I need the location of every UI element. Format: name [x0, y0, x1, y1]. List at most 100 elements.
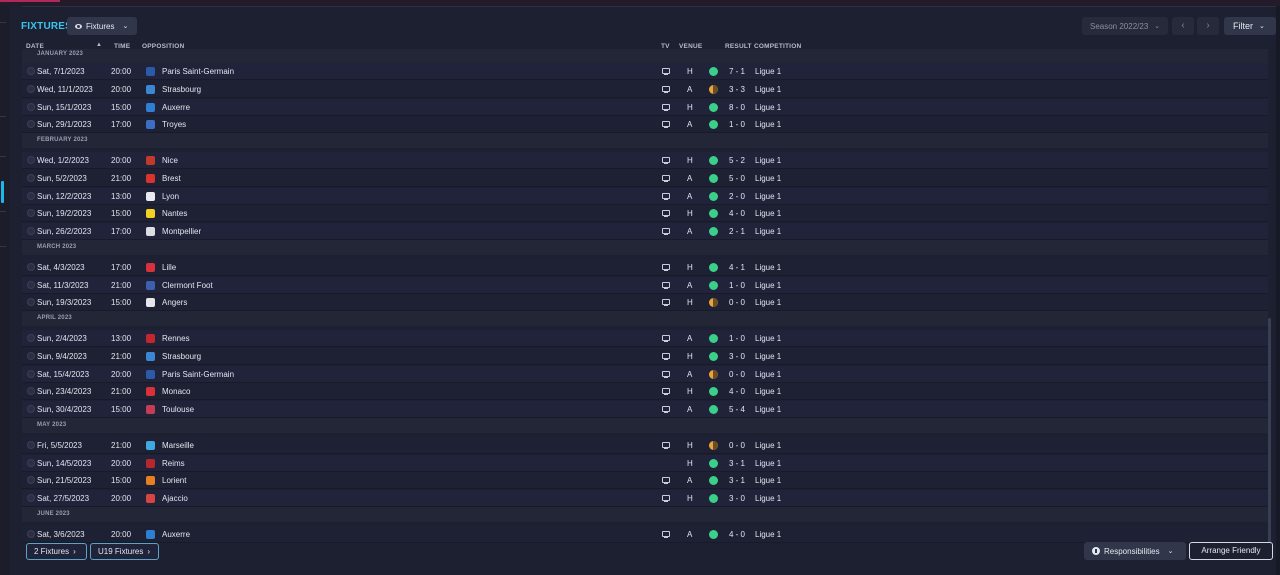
row-select-icon[interactable] — [27, 458, 35, 467]
fixture-score[interactable]: 2 - 0 — [729, 188, 745, 205]
fixture-opponent[interactable]: Lille — [162, 259, 176, 276]
fixture-row[interactable]: Wed, 11/1/2023 20:00 Strasbourg A 3 - 3 Ligue… — [22, 80, 1268, 98]
fixture-opponent[interactable]: Reims — [162, 455, 185, 472]
fixture-score[interactable]: 3 - 0 — [729, 348, 745, 365]
next-season-button[interactable]: › — [1197, 17, 1219, 35]
row-select-icon[interactable] — [27, 67, 35, 75]
row-select-icon[interactable] — [27, 494, 35, 502]
prev-season-button[interactable]: ‹ — [1172, 17, 1194, 35]
fixture-opponent[interactable]: Troyes — [162, 116, 186, 133]
fixture-row[interactable]: Sun, 14/5/2023 20:00 Reims H 3 - 1 Ligue 1 — [22, 454, 1268, 472]
fixture-row[interactable]: Sat, 27/5/2023 20:00 Ajaccio H 3 - 0 Ligue 1 — [22, 490, 1268, 507]
row-select-icon[interactable] — [27, 334, 35, 342]
u19-fixtures-button[interactable]: U19 Fixtures › — [90, 543, 159, 560]
fixture-score[interactable]: 5 - 4 — [729, 401, 745, 418]
row-select-icon[interactable] — [27, 529, 35, 538]
fixture-score[interactable]: 0 - 0 — [729, 437, 745, 454]
fixture-opponent[interactable]: Rennes — [162, 330, 190, 347]
fixture-opponent[interactable]: Montpellier — [162, 223, 201, 240]
row-select-icon[interactable] — [27, 280, 35, 289]
row-select-icon[interactable] — [27, 298, 35, 307]
fixture-row[interactable]: Sun, 12/2/2023 13:00 Lyon A 2 - 0 Ligue 1 — [22, 187, 1268, 205]
row-select-icon[interactable] — [27, 209, 35, 218]
fixtures-link-button[interactable]: 2 Fixtures › — [26, 543, 87, 560]
fixture-opponent[interactable]: Lorient — [162, 472, 186, 489]
fixture-opponent[interactable]: Clermont Foot — [162, 277, 213, 294]
fixture-row[interactable]: Sun, 23/4/2023 21:00 Monaco H 4 - 0 Ligue 1 — [22, 383, 1268, 401]
fixture-opponent[interactable]: Monaco — [162, 383, 190, 400]
row-select-icon[interactable] — [27, 369, 35, 378]
fixture-row[interactable]: Sat, 11/3/2023 21:00 Clermont Foot A 1 - 0 Li… — [22, 276, 1268, 294]
fixture-score[interactable]: 3 - 3 — [729, 81, 745, 98]
responsibilities-button[interactable]: Responsibilities ⌄ — [1084, 542, 1186, 560]
fixture-score[interactable]: 1 - 0 — [729, 330, 745, 347]
fixture-score[interactable]: 8 - 0 — [729, 99, 745, 116]
row-select-icon[interactable] — [27, 440, 35, 449]
view-dropdown[interactable]: Fixtures ⌄ — [67, 17, 137, 35]
fixture-score[interactable]: 7 - 1 — [729, 63, 745, 80]
fixture-row[interactable]: Sun, 19/2/2023 15:00 Nantes H 4 - 0 Ligue 1 — [22, 205, 1268, 223]
fixture-score[interactable]: 4 - 0 — [729, 205, 745, 222]
fixture-opponent[interactable]: Lyon — [162, 188, 179, 205]
filter-button[interactable]: Filter ⌄ — [1224, 17, 1276, 35]
fixture-opponent[interactable]: Nice — [162, 152, 178, 169]
fixture-score[interactable]: 1 - 0 — [729, 277, 745, 294]
row-select-icon[interactable] — [27, 476, 35, 485]
fixture-row[interactable]: Sun, 5/2/2023 21:00 Brest A 5 - 0 Ligue 1 — [22, 169, 1268, 187]
row-select-icon[interactable] — [27, 351, 35, 360]
result-win-icon — [709, 102, 718, 112]
fixture-score[interactable]: 2 - 1 — [729, 223, 745, 240]
fixture-row[interactable]: Fri, 5/5/2023 21:00 Marseille H 0 - 0 Ligue 1 — [22, 436, 1268, 454]
fixture-opponent[interactable]: Marseille — [162, 437, 194, 454]
fixture-score[interactable]: 3 - 0 — [729, 490, 745, 507]
fixture-row[interactable]: Sat, 4/3/2023 17:00 Lille H 4 - 1 Ligue 1 — [22, 258, 1268, 276]
fixture-opponent[interactable]: Strasbourg — [162, 81, 201, 98]
fixture-score[interactable]: 4 - 1 — [729, 259, 745, 276]
row-select-icon[interactable] — [27, 227, 35, 235]
fixture-opponent[interactable]: Ajaccio — [162, 490, 188, 507]
nav-active-indicator[interactable] — [1, 181, 4, 203]
fixture-opponent[interactable]: Paris Saint-Germain — [162, 366, 234, 383]
fixture-row[interactable]: Sun, 2/4/2023 13:00 Rennes A 1 - 0 Ligue 1 — [22, 330, 1268, 347]
fixture-row[interactable]: Sun, 26/2/2023 17:00 Montpellier A 2 - 1 Ligu… — [22, 223, 1268, 240]
fixture-opponent[interactable]: Nantes — [162, 205, 187, 222]
row-select-icon[interactable] — [27, 173, 35, 182]
fixture-opponent[interactable]: Paris Saint-Germain — [162, 63, 234, 80]
fixture-row[interactable]: Sat, 3/6/2023 20:00 Auxerre A 4 - 0 Ligue 1 — [22, 525, 1268, 543]
fixture-row[interactable]: Sun, 29/1/2023 17:00 Troyes A 1 - 0 Ligue 1 — [22, 116, 1268, 134]
fixture-score[interactable]: 0 - 0 — [729, 366, 745, 383]
fixture-row[interactable]: Wed, 1/2/2023 20:00 Nice H 5 - 2 Ligue 1 — [22, 152, 1268, 169]
fixture-opponent[interactable]: Auxerre — [162, 99, 190, 116]
row-select-icon[interactable] — [27, 387, 35, 396]
fixture-row[interactable]: Sat, 7/1/2023 20:00 Paris Saint-Germain H 7 … — [22, 63, 1268, 80]
fixture-opponent[interactable]: Angers — [162, 294, 187, 311]
fixture-row[interactable]: Sun, 19/3/2023 15:00 Angers H 0 - 0 Ligue 1 — [22, 294, 1268, 312]
fixture-score[interactable]: 0 - 0 — [729, 294, 745, 311]
row-select-icon[interactable] — [27, 102, 35, 111]
row-select-icon[interactable] — [27, 262, 35, 271]
fixture-score[interactable]: 3 - 1 — [729, 472, 745, 489]
fixture-row[interactable]: Sun, 15/1/2023 15:00 Auxerre H 8 - 0 Ligue 1 — [22, 98, 1268, 116]
season-dropdown[interactable]: Season 2022/23 ⌄ — [1082, 17, 1168, 35]
scrollbar[interactable] — [1268, 318, 1271, 546]
fixture-opponent[interactable]: Toulouse — [162, 401, 194, 418]
fixture-row[interactable]: Sun, 9/4/2023 21:00 Strasbourg H 3 - 0 Ligue … — [22, 347, 1268, 365]
fixture-score[interactable]: 4 - 0 — [729, 526, 745, 543]
fixture-opponent[interactable]: Brest — [162, 170, 181, 187]
fixture-score[interactable]: 1 - 0 — [729, 116, 745, 133]
row-select-icon[interactable] — [27, 405, 35, 413]
fixture-score[interactable]: 5 - 2 — [729, 152, 745, 169]
row-select-icon[interactable] — [27, 191, 35, 200]
arrange-friendly-button[interactable]: Arrange Friendly — [1189, 542, 1273, 560]
fixture-score[interactable]: 5 - 0 — [729, 170, 745, 187]
fixture-opponent[interactable]: Strasbourg — [162, 348, 201, 365]
fixture-row[interactable]: Sat, 15/4/2023 20:00 Paris Saint-Germain A 0… — [22, 365, 1268, 383]
fixture-row[interactable]: Sun, 30/4/2023 15:00 Toulouse A 5 - 4 Ligue 1 — [22, 401, 1268, 418]
fixture-score[interactable]: 3 - 1 — [729, 455, 745, 472]
fixture-score[interactable]: 4 - 0 — [729, 383, 745, 400]
fixture-row[interactable]: Sun, 21/5/2023 15:00 Lorient A 3 - 1 Ligue 1 — [22, 472, 1268, 490]
row-select-icon[interactable] — [27, 156, 35, 164]
row-select-icon[interactable] — [27, 120, 35, 129]
row-select-icon[interactable] — [27, 84, 35, 93]
fixture-opponent[interactable]: Auxerre — [162, 526, 190, 543]
